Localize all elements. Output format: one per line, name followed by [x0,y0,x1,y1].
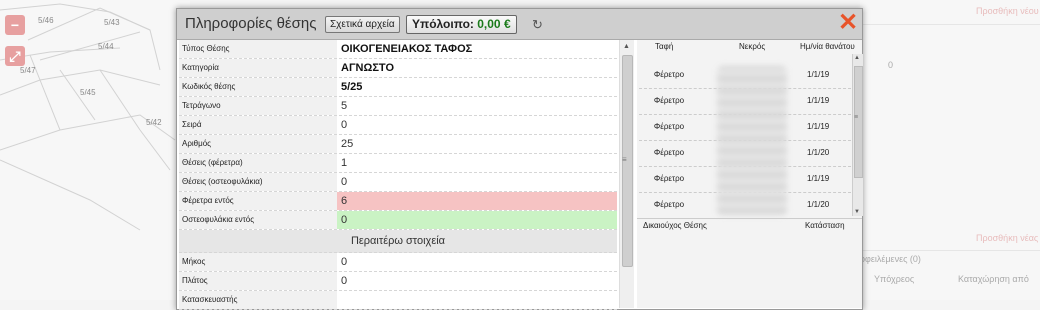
property-label: Κατασκευαστής [179,291,337,309]
related-files-button[interactable]: Σχετικά αρχεία [325,16,400,33]
properties-scrollbar[interactable]: ▲ ≡ [619,40,634,308]
property-row: Πλάτος 0 [179,272,617,291]
owed-label: οφειλέμενες (0) [860,254,921,264]
property-value: 5/25 [341,81,363,93]
map-lines [0,3,176,231]
death-date: 1/1/19 [807,70,830,79]
property-value: 5 [341,100,348,112]
expand-icon: ⤢ [9,47,21,64]
status-label: Κατάσταση [805,221,845,230]
background-panel: Προσθήκη νέου 0 Προσθήκη νέας οφειλέμενε… [860,0,1040,300]
property-label: Τετράγωνο [179,97,337,115]
plot-label: 5/43 [104,18,120,27]
holder-label: Δικαιούχος Θέσης [643,221,707,230]
column-header-death-date: Ημ/νία θανάτου [800,42,855,51]
property-label: Τύπος Θέσης [179,40,337,58]
property-value: 6 [337,192,617,210]
burial-type: Φέρετρο [653,122,685,131]
refresh-icon[interactable]: ↻ [532,17,543,33]
property-row: Φέρετρα εντός 6 [179,192,617,211]
property-row: Θέσεις (οστεοφυλάκια) 0 [179,173,617,192]
property-row: Τύπος Θέσης ΟΙΚΟΓΕΝΕΙΑΚΟΣ ΤΑΦΟΣ [179,40,617,59]
property-label: Οστεοφυλάκια εντός [179,211,337,229]
property-label: Θέσεις (φέρετρα) [179,154,337,172]
death-date: 1/1/20 [807,148,830,157]
redacted-names [717,66,787,216]
property-row: Τετράγωνο 5 [179,97,617,116]
burials-footer: Δικαιούχος Θέσης Κατάσταση [637,218,862,233]
property-value: 1 [341,157,348,169]
property-value: 0 [341,275,348,287]
add-new-ghost: Προσθήκη νέας [976,233,1039,243]
column-header-debtor: Υπόχρεος [874,274,915,284]
position-info-modal: Πληροφορίες θέσης Σχετικά αρχεία Υπόλοιπ… [176,8,863,310]
modal-header: Πληροφορίες θέσης Σχετικά αρχεία Υπόλοιπ… [177,9,862,40]
property-row: Θέσεις (φέρετρα) 1 [179,154,617,173]
property-row: Σειρά 0 [179,116,617,135]
balance-value: 0,00 € [477,17,511,31]
plot-label: 5/46 [38,16,54,25]
property-value: ΟΙΚΟΓΕΝΕΙΑΚΟΣ ΤΑΦΟΣ [341,43,473,55]
close-icon[interactable]: ✕ [838,11,858,35]
scroll-down-icon[interactable]: ▼ [854,209,860,215]
grip-icon: ≡ [854,114,859,121]
balance-badge: Υπόλοιπο: 0,00 € [406,15,517,34]
property-value: 0 [341,119,348,131]
minus-icon: − [10,17,20,33]
death-date: 1/1/20 [807,200,830,209]
modal-title: Πληροφορίες θέσης [185,15,317,32]
death-date: 1/1/19 [807,174,830,183]
scroll-up-icon[interactable]: ▲ [623,43,630,50]
property-label: Θέσεις (οστεοφυλάκια) [179,173,337,191]
property-row: Αριθμός 25 [179,135,617,154]
property-value: 0 [341,176,348,188]
plot-label: 5/42 [146,118,162,127]
property-row: Κωδικός θέσης 5/25 [179,78,617,97]
property-label: Μήκος [179,253,337,271]
burial-type: Φέρετρο [653,70,685,79]
plot-label: 5/45 [80,88,96,97]
property-row: Μήκος 0 [179,253,617,272]
zero-value: 0 [888,60,894,70]
section-title: Περαιτέρω στοιχεία [179,230,617,253]
death-date: 1/1/19 [807,96,830,105]
burial-type: Φέρετρο [653,148,685,157]
property-label: Σειρά [179,116,337,134]
property-label: Αριθμός [179,135,337,153]
balance-label: Υπόλοιπο: [412,17,474,31]
burial-type: Φέρετρο [653,96,685,105]
scroll-thumb[interactable] [854,66,863,178]
grip-icon: ≡ [622,155,627,164]
property-row: Κατηγορία ΑΓΝΩΣΤΟ [179,59,617,78]
burial-type: Φέρετρο [653,200,685,209]
property-label: Πλάτος [179,272,337,290]
property-label: Φέρετρα εντός [179,192,337,210]
burials-scrollbar[interactable]: ▲ ≡ ▼ [852,54,863,216]
plot-label: 5/47 [20,66,36,75]
plot-label: 5/44 [98,42,114,51]
property-value: 0 [337,211,617,229]
expand-button[interactable]: ⤢ [5,46,25,66]
burial-type: Φέρετρο [653,174,685,183]
zoom-out-button[interactable]: − [5,15,25,35]
property-row: Οστεοφυλάκια εντός 0 [179,211,617,230]
death-date: 1/1/19 [807,122,830,131]
add-new-ghost: Προσθήκη νέου [976,6,1039,16]
column-header-burial: Ταφή [655,42,674,51]
property-value: ΑΓΝΩΣΤΟ [341,62,394,74]
property-label: Κατηγορία [179,59,337,77]
property-row: Κατασκευαστής [179,291,617,310]
burials-panel: Ταφή Νεκρός Ημ/νία θανάτου Φέρετρο 1/1/1… [637,40,863,308]
column-header-entry: Καταχώρηση από [958,274,1029,284]
property-value: 25 [341,138,354,150]
scroll-up-icon[interactable]: ▲ [854,55,860,61]
map-area[interactable]: − ⤢ 5/46 5/43 5/44 5/47 5/45 5/42 [0,0,190,300]
property-value [337,291,617,309]
column-header-deceased: Νεκρός [739,42,766,51]
property-value: 0 [341,256,348,268]
property-label: Κωδικός θέσης [179,78,337,96]
properties-table: Τύπος Θέσης ΟΙΚΟΓΕΝΕΙΑΚΟΣ ΤΑΦΟΣ Κατηγορί… [179,40,617,310]
